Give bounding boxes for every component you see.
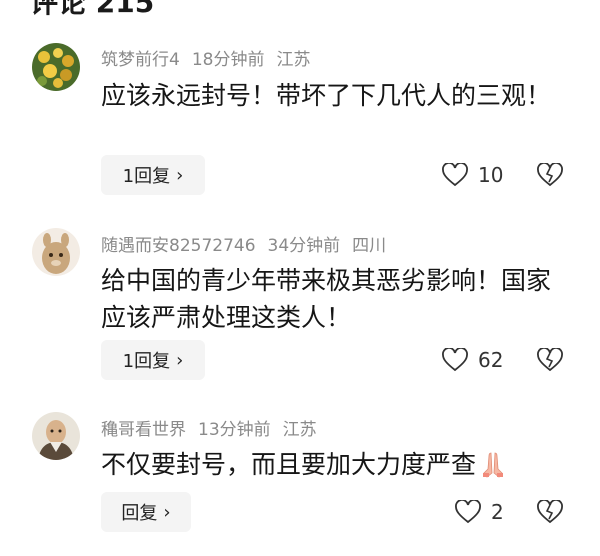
monk-avatar-icon: [32, 412, 80, 460]
alpaca-avatar-icon: [32, 228, 80, 276]
like-count: 10: [478, 163, 504, 187]
praying-hands-emoji-icon: [478, 449, 508, 489]
reply-button[interactable]: 1回复 ›: [101, 340, 205, 380]
broken-heart-icon: [537, 500, 563, 524]
comment-section-title: 评论 215: [30, 0, 155, 19]
location: 四川: [352, 236, 387, 256]
avatar[interactable]: [32, 412, 80, 460]
comment-meta: 随遇而安82572746 34分钟前 四川: [101, 231, 398, 256]
flower-photo-avatar-icon: [32, 43, 80, 91]
chevron-right-icon: ›: [176, 164, 184, 186]
timestamp: 13分钟前: [198, 420, 271, 440]
chevron-right-icon: ›: [163, 501, 171, 523]
like-count: 62: [478, 348, 504, 372]
dislike-button[interactable]: [537, 492, 563, 532]
dislike-button[interactable]: [537, 155, 563, 195]
timestamp: 34分钟前: [267, 236, 341, 256]
username[interactable]: 随遇而安82572746: [101, 236, 256, 256]
timestamp: 18分钟前: [191, 50, 265, 70]
heart-icon: [442, 348, 468, 372]
broken-heart-icon: [537, 163, 563, 187]
reply-label: 1回复: [122, 166, 171, 187]
reply-label: 回复: [121, 503, 158, 524]
comment-text: 应该永远封号！带坏了下几代人的三观！: [101, 81, 552, 110]
heart-icon: [442, 163, 468, 187]
comment-text: 不仅要封号，而且要加大力度严查: [101, 450, 477, 479]
username[interactable]: 筑梦前行4: [101, 50, 180, 70]
broken-heart-icon: [537, 348, 563, 372]
comment-meta: 筑梦前行4 18分钟前 江苏: [101, 45, 322, 70]
username[interactable]: 穐哥看世界: [101, 420, 186, 440]
like-count: 2: [491, 500, 504, 524]
comment-text: 给中国的青少年带来极其恶劣影响！国家应该严肃处理这类人！: [101, 266, 552, 332]
dislike-button[interactable]: [537, 340, 563, 380]
reply-button[interactable]: 1回复 ›: [101, 155, 205, 195]
avatar[interactable]: [32, 43, 80, 91]
like-button[interactable]: 10: [442, 155, 503, 195]
like-button[interactable]: 2: [455, 492, 504, 532]
location: 江苏: [276, 50, 311, 70]
like-button[interactable]: 62: [442, 340, 503, 380]
chevron-right-icon: ›: [176, 349, 184, 371]
reply-label: 1回复: [122, 351, 171, 372]
heart-icon: [455, 500, 481, 524]
reply-button[interactable]: 回复 ›: [101, 492, 191, 532]
location: 江苏: [282, 420, 317, 440]
avatar[interactable]: [32, 228, 80, 276]
comment-text-row: 不仅要封号，而且要加大力度严查: [101, 446, 571, 489]
comment-meta: 穐哥看世界 13分钟前 江苏: [101, 415, 329, 440]
